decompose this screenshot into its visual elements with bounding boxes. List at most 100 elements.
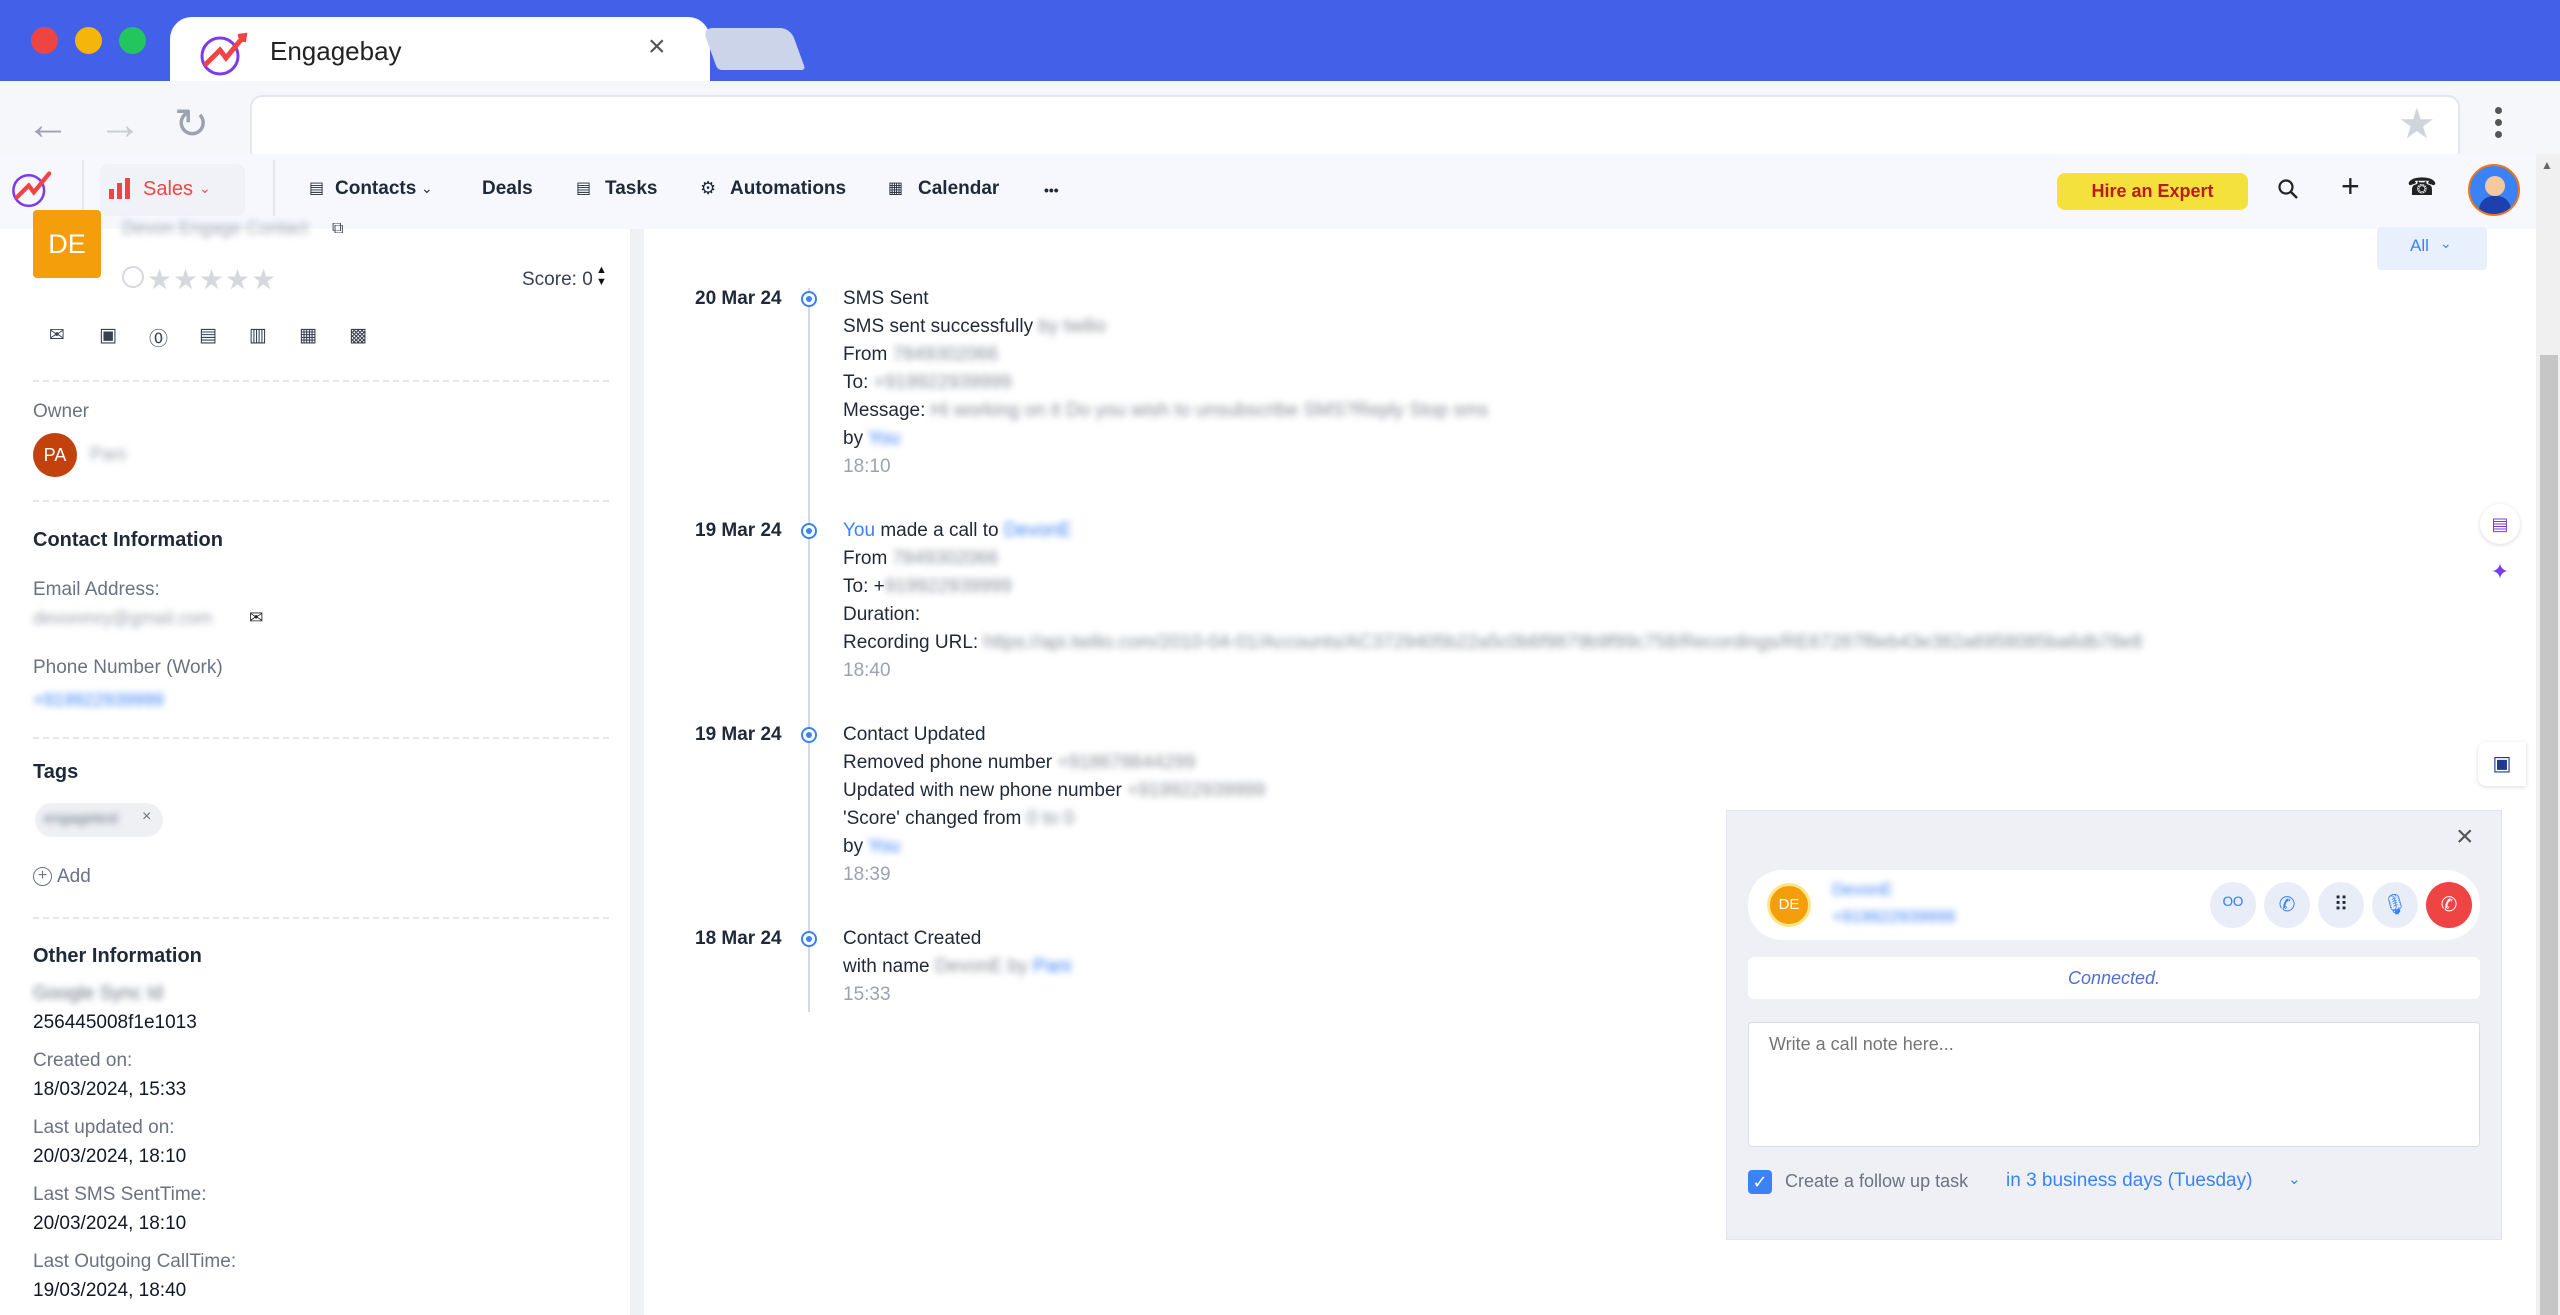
timeline-dot: [801, 727, 817, 743]
star-icon[interactable]: ★: [251, 263, 276, 296]
followup-date-dropdown[interactable]: in 3 business days (Tuesday): [2006, 1170, 2252, 1192]
timeline-dot: [801, 291, 817, 307]
tasks-icon: ▤: [576, 180, 592, 197]
event-detail: To: +919922939999: [843, 372, 1012, 393]
sms-time-value: 20/03/2024, 18:10: [33, 1213, 187, 1234]
transfer-call-icon[interactable]: ✆: [2264, 882, 2310, 928]
event-detail: by You: [843, 428, 901, 449]
user-avatar[interactable]: [2468, 164, 2520, 216]
hire-expert-button[interactable]: Hire an Expert: [2057, 173, 2248, 210]
ai-sparkle-icon[interactable]: ✦: [2480, 552, 2520, 592]
note-icon[interactable]: ▤: [199, 324, 217, 347]
owner-label: Owner: [33, 401, 89, 422]
score-stepper-icon[interactable]: ▲ ▼: [596, 264, 607, 288]
deal-icon[interactable]: ⓪: [149, 324, 168, 351]
address-bar[interactable]: [250, 95, 2460, 154]
event-detail: Duration:: [843, 604, 921, 625]
chevron-down-icon: ⌄: [199, 180, 211, 196]
star-icon[interactable]: ★: [225, 263, 250, 296]
dialpad-icon[interactable]: ⠿: [2318, 882, 2364, 928]
timeline-dot: [801, 931, 817, 947]
back-arrow-icon[interactable]: ←: [26, 103, 70, 147]
calendar-icon[interactable]: ▦: [299, 324, 317, 347]
divider: [33, 500, 609, 502]
gear-icon: ⚙: [700, 178, 717, 198]
ticket-icon[interactable]: ▩: [349, 324, 367, 347]
star-icon[interactable]: ★: [173, 263, 198, 296]
call-note-input[interactable]: [1748, 1022, 2480, 1147]
search-icon[interactable]: [2277, 178, 2299, 200]
email-icon[interactable]: ✉: [49, 324, 65, 347]
star-icon[interactable]: ★: [199, 263, 224, 296]
event-date: 20 Mar 24: [695, 288, 782, 309]
event-title: Contact Created: [843, 928, 982, 949]
call-time-label: Last Outgoing CallTime:: [33, 1251, 237, 1272]
followup-checkbox[interactable]: ✓: [1748, 1170, 1772, 1194]
notes-side-icon[interactable]: ▤: [2480, 504, 2520, 544]
nav-divider: [82, 160, 84, 216]
bookmark-star-icon[interactable]: ★: [2398, 103, 2436, 145]
scrollbar-thumb[interactable]: [2540, 355, 2558, 1315]
add-icon[interactable]: +: [2341, 170, 2360, 202]
event-detail: To: +919922939999: [843, 576, 1012, 597]
event-detail: 'Score' changed from 0 to 0: [843, 808, 1075, 829]
calendar-icon: ▦: [888, 180, 904, 197]
minimize-window-button[interactable]: [75, 27, 102, 54]
phone-value[interactable]: +919922939999: [33, 690, 164, 711]
voicemail-icon[interactable]: ᴼᴼ: [2210, 882, 2256, 928]
chevron-down-icon: ⌄: [2440, 235, 2452, 251]
browser-menu-icon[interactable]: [2495, 105, 2505, 145]
tag-remove-icon[interactable]: ×: [142, 808, 151, 826]
phone-icon[interactable]: ☎: [2407, 176, 2437, 200]
copy-icon[interactable]: ⧉: [332, 220, 343, 238]
nav-contacts[interactable]: Contacts: [335, 178, 416, 200]
call-contact-number: +919922939999: [1832, 907, 1956, 926]
sales-label: Sales: [143, 178, 194, 200]
created-label: Created on:: [33, 1050, 133, 1071]
event-date: 19 Mar 24: [695, 724, 782, 745]
event-time: 18:39: [843, 864, 891, 885]
document-icon[interactable]: ▥: [249, 324, 267, 347]
event-date: 18 Mar 24: [695, 928, 782, 949]
event-time: 18:40: [843, 660, 891, 681]
close-icon[interactable]: ×: [2456, 822, 2474, 852]
timeline-dot: [801, 523, 817, 539]
star-icon[interactable]: ★: [147, 263, 172, 296]
maximize-window-button[interactable]: [119, 27, 146, 54]
email-value[interactable]: devonmry@gmail.com: [33, 608, 212, 629]
divider: [33, 380, 609, 382]
forward-arrow-icon[interactable]: →: [98, 103, 142, 147]
nav-tasks[interactable]: Tasks: [605, 178, 657, 200]
activity-filter-dropdown[interactable]: [2377, 227, 2487, 270]
bar-chart-icon: [109, 178, 130, 199]
tab-close-icon[interactable]: ×: [648, 32, 666, 62]
add-tag-icon[interactable]: +: [33, 867, 52, 886]
event-detail: Updated with new phone number +919922939…: [843, 780, 1266, 801]
scroll-up-arrow-icon[interactable]: ▲: [2541, 158, 2553, 172]
google-sync-label: Google Sync Id: [33, 983, 163, 1004]
close-window-button[interactable]: [31, 27, 58, 54]
contact-name: Devon Engage Contact: [122, 218, 309, 238]
add-task-icon[interactable]: ▣: [99, 324, 117, 347]
call-contact-name[interactable]: DevonE: [1832, 880, 1892, 900]
more-menu-icon[interactable]: •••: [1044, 182, 1059, 198]
event-detail: SMS sent successfully by twilio: [843, 316, 1106, 337]
event-title: You made a call to DevonE: [843, 520, 1072, 541]
star-reset-icon[interactable]: [122, 266, 144, 288]
contacts-icon: ▤: [309, 180, 325, 197]
engagebay-logo-icon[interactable]: [10, 166, 56, 210]
hangup-icon[interactable]: ✆: [2426, 882, 2472, 928]
event-detail: with name DevonE by Pani: [843, 956, 1072, 977]
send-email-icon[interactable]: ✉: [249, 608, 263, 628]
reload-icon[interactable]: ↻: [174, 103, 209, 145]
add-tag-link[interactable]: Add: [57, 866, 91, 888]
nav-calendar[interactable]: Calendar: [918, 178, 999, 200]
browser-tab-inactive[interactable]: [702, 28, 806, 70]
email-label: Email Address:: [33, 579, 160, 600]
nav-automations[interactable]: Automations: [730, 178, 846, 200]
event-date: 19 Mar 24: [695, 520, 782, 541]
owner-name[interactable]: Pani: [90, 444, 126, 465]
nav-deals[interactable]: Deals: [482, 178, 533, 200]
microphone-icon[interactable]: 🎙: [2372, 882, 2418, 928]
chat-support-icon[interactable]: ▣: [2478, 742, 2526, 786]
